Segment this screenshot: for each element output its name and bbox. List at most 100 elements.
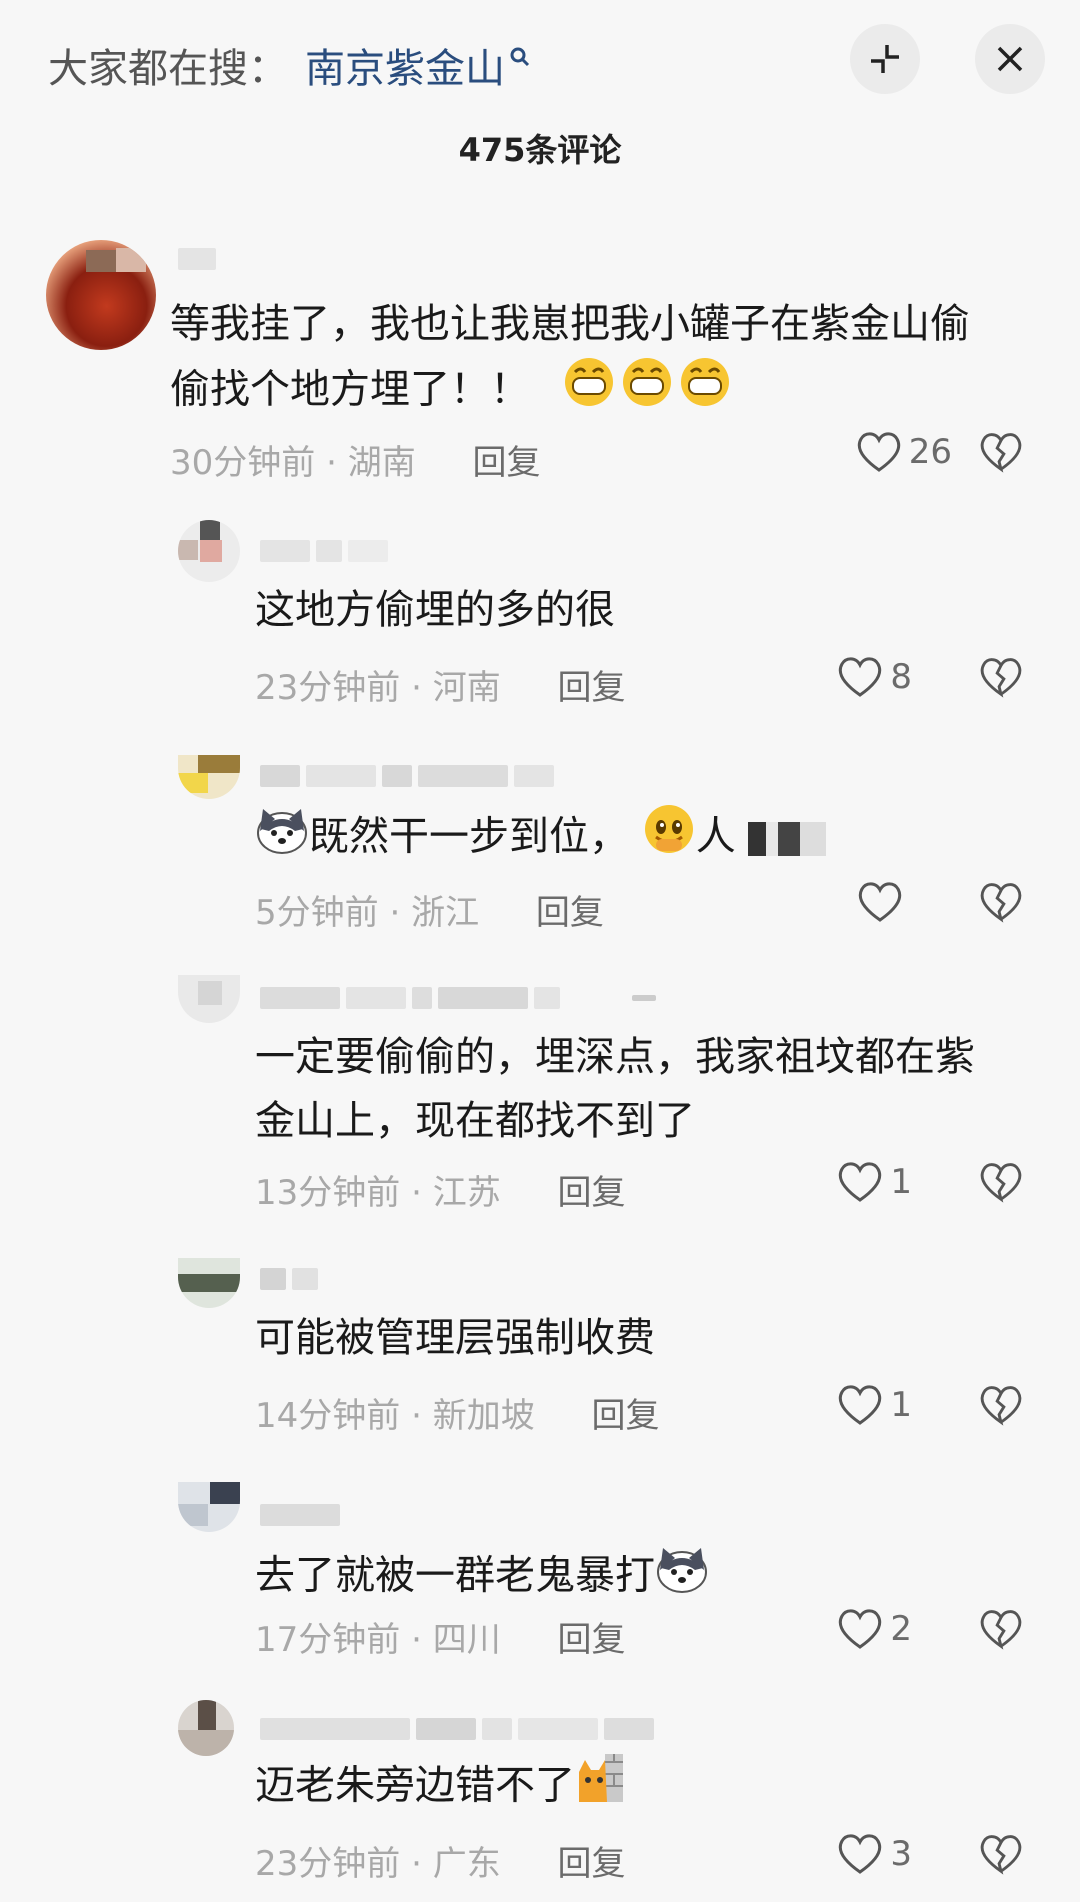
avatar[interactable] bbox=[178, 755, 240, 799]
dislike-button[interactable] bbox=[978, 1607, 1024, 1655]
avatar[interactable] bbox=[178, 1700, 234, 1756]
comment-text: 一定要偷偷的，埋深点，我家祖坟都在紫 金山上，现在都找不到了 bbox=[255, 1025, 1035, 1153]
comment-time: 30分钟前 bbox=[170, 443, 316, 483]
top-bar: 大家都在搜： 南京紫金山 bbox=[0, 0, 1080, 125]
like-button[interactable]: 8 bbox=[836, 655, 912, 699]
dislike-button[interactable] bbox=[978, 880, 1024, 928]
heart-icon bbox=[839, 657, 882, 697]
like-button[interactable]: 3 bbox=[836, 1832, 912, 1876]
comment-time: 13分钟前 bbox=[255, 1173, 401, 1213]
reply-item: 既然干一步到位， 人 5分钟前 · 浙江 回复 bbox=[0, 755, 1080, 955]
collapse-icon bbox=[871, 45, 899, 73]
comment-text-line: 人 bbox=[695, 813, 736, 860]
search-suggestion-link[interactable]: 南京紫金山 bbox=[305, 36, 531, 94]
reply-item: 一定要偷偷的，埋深点，我家祖坟都在紫 金山上，现在都找不到了 13分钟前 · 江… bbox=[0, 975, 1080, 1225]
dislike-button[interactable] bbox=[978, 655, 1024, 703]
grinning-emoji-icon bbox=[563, 356, 735, 427]
comment-item: 等我挂了，我也让我崽把我小罐子在紫金山偷 偷找个地方埋了！！ 30分钟前 · 湖… bbox=[0, 230, 1080, 500]
comment-region: 广东 bbox=[432, 1844, 501, 1884]
dislike-button[interactable] bbox=[978, 1383, 1024, 1431]
reply-button[interactable]: 回复 bbox=[558, 1173, 626, 1213]
close-button[interactable] bbox=[975, 24, 1045, 94]
avatar[interactable] bbox=[178, 1258, 240, 1308]
reply-button[interactable]: 回复 bbox=[558, 668, 626, 708]
like-button[interactable]: 26 bbox=[855, 430, 952, 474]
comment-region: 湖南 bbox=[347, 443, 416, 483]
avatar[interactable] bbox=[178, 975, 240, 1023]
husky-emoji-icon bbox=[655, 1542, 709, 1613]
comment-region: 新加坡 bbox=[432, 1396, 535, 1436]
comment-time: 23分钟前 bbox=[255, 668, 401, 708]
comment-text-line: 金山上，现在都找不到了 bbox=[255, 1098, 695, 1144]
avatar[interactable] bbox=[178, 1482, 240, 1532]
username-blurred[interactable] bbox=[260, 1716, 654, 1742]
broken-heart-icon bbox=[980, 1610, 1022, 1650]
reply-item: 可能被管理层强制收费 14分钟前 · 新加坡 回复 1 bbox=[0, 1258, 1080, 1458]
like-button[interactable]: 1 bbox=[836, 1383, 912, 1427]
broken-heart-icon bbox=[980, 433, 1022, 473]
husky-emoji-icon bbox=[255, 803, 309, 874]
teary-emoji-icon bbox=[642, 803, 696, 874]
comment-text-line: 迈老朱旁边错不了 bbox=[255, 1762, 575, 1809]
username-blurred[interactable] bbox=[260, 1502, 340, 1528]
heart-icon bbox=[839, 1834, 882, 1874]
comment-count: 475条评论 bbox=[458, 131, 622, 169]
comment-region: 浙江 bbox=[411, 893, 480, 933]
dislike-button[interactable] bbox=[978, 430, 1024, 478]
reply-button[interactable]: 回复 bbox=[536, 893, 604, 933]
broken-heart-icon bbox=[980, 1386, 1022, 1426]
broken-heart-icon bbox=[980, 883, 1022, 923]
comment-text: 去了就被一群老鬼暴打 bbox=[255, 1542, 709, 1613]
comment-time: 17分钟前 bbox=[255, 1620, 401, 1660]
comment-text-line: 去了就被一群老鬼暴打 bbox=[255, 1552, 655, 1599]
comment-text-line: 等我挂了，我也让我崽把我小罐子在紫金山偷 bbox=[170, 301, 970, 347]
heart-icon bbox=[858, 882, 902, 922]
dislike-button[interactable] bbox=[978, 1160, 1024, 1208]
comment-text-line: 既然干一步到位， bbox=[309, 813, 629, 860]
avatar[interactable] bbox=[46, 240, 156, 350]
blurred-text bbox=[748, 821, 827, 856]
reply-button[interactable]: 回复 bbox=[558, 1620, 626, 1660]
close-icon bbox=[997, 46, 1023, 72]
search-prefix: 大家都在搜： bbox=[48, 46, 288, 92]
reply-item: 这地方偷埋的多的很 23分钟前 · 河南 回复 8 bbox=[0, 520, 1080, 720]
comment-region: 河南 bbox=[432, 668, 501, 708]
broken-heart-icon bbox=[980, 1835, 1022, 1875]
comment-meta: 13分钟前 · 江苏 回复 bbox=[255, 1173, 626, 1213]
comment-meta: 23分钟前 · 河南 回复 bbox=[255, 668, 626, 708]
like-button[interactable]: 2 bbox=[836, 1607, 912, 1651]
peeking-cat-emoji-icon bbox=[575, 1752, 627, 1823]
comment-meta: 17分钟前 · 四川 回复 bbox=[255, 1620, 626, 1660]
comment-text: 这地方偷埋的多的很 bbox=[255, 587, 615, 633]
comment-region: 江苏 bbox=[432, 1173, 501, 1213]
reply-button[interactable]: 回复 bbox=[558, 1844, 626, 1884]
dislike-button[interactable] bbox=[978, 1832, 1024, 1880]
reply-button[interactable]: 回复 bbox=[592, 1396, 660, 1436]
username-blurred[interactable] bbox=[260, 1266, 318, 1292]
comment-time: 23分钟前 bbox=[255, 1844, 401, 1884]
like-count: 26 bbox=[908, 432, 952, 472]
comment-text-line: 一定要偷偷的，埋深点，我家祖坟都在紫 bbox=[255, 1034, 975, 1080]
search-term-label: 南京紫金山 bbox=[305, 46, 505, 92]
comment-meta: 23分钟前 · 广东 回复 bbox=[255, 1844, 626, 1884]
comment-sheet: 大家都在搜： 南京紫金山 475条评论 等我挂了，我也让我崽把我小罐子在紫金山偷… bbox=[0, 0, 1080, 1902]
like-count: 3 bbox=[890, 1834, 912, 1874]
avatar[interactable] bbox=[178, 520, 240, 582]
username-blurred[interactable] bbox=[260, 763, 554, 789]
reply-button[interactable]: 回复 bbox=[473, 443, 541, 483]
heart-icon bbox=[857, 432, 900, 472]
comment-text: 可能被管理层强制收费 bbox=[255, 1315, 655, 1361]
comment-text: 既然干一步到位， 人 bbox=[255, 803, 827, 874]
reply-item: 迈老朱旁边错不了 23分钟前 · 广东 回复 3 bbox=[0, 1700, 1080, 1902]
heart-icon bbox=[839, 1385, 882, 1425]
reply-item: 去了就被一群老鬼暴打 17分钟前 · 四川 回复 2 bbox=[0, 1482, 1080, 1682]
like-button[interactable]: 1 bbox=[836, 1160, 912, 1204]
broken-heart-icon bbox=[980, 1163, 1022, 1203]
username-blurred[interactable] bbox=[260, 985, 656, 1011]
like-button[interactable] bbox=[856, 880, 910, 924]
broken-heart-icon bbox=[980, 658, 1022, 698]
username-blurred[interactable] bbox=[260, 538, 388, 564]
username-blurred[interactable] bbox=[178, 246, 216, 272]
collapse-button[interactable] bbox=[850, 24, 920, 94]
like-count: 1 bbox=[890, 1162, 912, 1202]
